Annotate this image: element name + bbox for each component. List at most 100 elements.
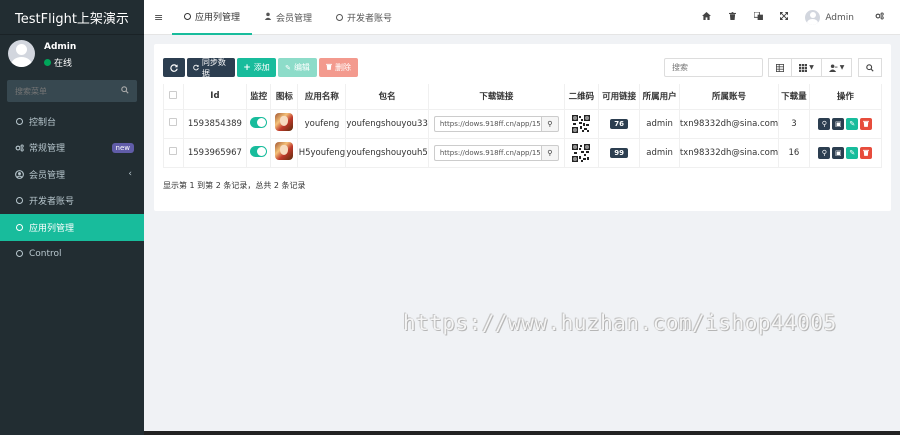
language-icon[interactable] [745, 11, 771, 23]
circle-icon [13, 250, 25, 258]
tab-label: 会员管理 [276, 14, 313, 24]
topbar-user-name[interactable]: Admin [825, 13, 854, 23]
col-download-link: 下载链接 [427, 84, 565, 110]
row-checkbox[interactable] [169, 118, 178, 126]
export-button[interactable]: ▼ [822, 58, 852, 77]
sync-data-button[interactable]: 同步数据 [187, 58, 235, 78]
cell-available: 99 [597, 137, 641, 168]
circle-icon [13, 223, 25, 231]
link-icon[interactable]: ⚲ [818, 146, 831, 159]
user-status: 在线 [44, 56, 72, 69]
sidebar-item-members[interactable]: 会员管理 ‹ [0, 161, 144, 188]
sidebar-item-label: Control [29, 248, 62, 259]
edit-icon[interactable]: ✎ [846, 146, 859, 159]
topbar-avatar[interactable] [805, 10, 821, 25]
sidebar-item-control[interactable]: Control [0, 241, 144, 268]
columns-button[interactable]: ▼ [792, 58, 822, 77]
delete-button[interactable]: 删除 [319, 58, 358, 77]
user-status-label: 在线 [54, 59, 73, 69]
tab-members[interactable]: 会员管理 [252, 0, 324, 35]
row-actions: ⚲ ▣ ✎ [818, 117, 873, 130]
col-icon: 图标 [270, 84, 299, 110]
cell-app-name: youfeng [297, 108, 347, 139]
avatar [8, 40, 35, 67]
gears-icon[interactable] [866, 12, 892, 23]
sidebar-item-label: 应用列管理 [29, 223, 75, 234]
cell-download-link: https://dows.918ff.cn/app/159 ⚲ [427, 137, 565, 168]
row-actions: ⚲ ▣ ✎ [818, 146, 873, 159]
advanced-search-button[interactable] [858, 58, 882, 77]
link-icon[interactable]: ⚲ [540, 115, 559, 132]
download-link-field[interactable]: https://dows.918ff.cn/app/159 [433, 115, 541, 132]
select-all-checkbox-cell[interactable] [163, 84, 184, 110]
link-icon[interactable]: ⚲ [540, 144, 559, 161]
trash-icon[interactable] [860, 146, 873, 159]
cell-actions: ⚲ ▣ ✎ [808, 108, 883, 139]
add-button[interactable]: + 添加 [237, 58, 276, 77]
export-user-icon [828, 63, 838, 72]
sidebar-item-app-list[interactable]: 应用列管理 [0, 214, 144, 241]
sidebar-item-label: 常规管理 [29, 144, 66, 155]
table-row[interactable]: 1593854389 youfeng youfengshouyou33 http… [163, 108, 883, 139]
cell-app-name: H5youfeng [297, 137, 347, 168]
table-tools: ▼ ▼ [664, 58, 882, 77]
row-checkbox-cell[interactable] [163, 108, 184, 139]
pagination-summary: 显示第 1 到第 2 条记录，总共 2 条记录 [163, 181, 306, 190]
search-icon[interactable] [121, 86, 129, 96]
col-actions: 操作 [808, 84, 883, 110]
col-app-name: 应用名称 [297, 84, 347, 110]
cell-id: 1593965967 [182, 137, 247, 168]
table-toolbar: 同步数据 + 添加 ✎ 编辑 删除 [163, 58, 358, 78]
refresh-icon [193, 64, 199, 71]
home-icon[interactable] [693, 12, 719, 23]
row-checkbox-cell[interactable] [163, 137, 184, 168]
sidebar-item-label: 开发者账号 [29, 197, 75, 208]
tab-developer-accounts[interactable]: 开发者账号 [324, 0, 404, 35]
tab-app-list[interactable]: 应用列管理 [172, 0, 253, 35]
toggle-view-button[interactable] [768, 58, 792, 77]
col-monitor: 监控 [245, 84, 272, 110]
table-row[interactable]: 1593965967 H5youfeng youfengshouyouh5 ht… [163, 137, 883, 168]
sidebar-search[interactable] [7, 80, 137, 102]
edit-icon[interactable]: ✎ [846, 117, 859, 130]
row-checkbox[interactable] [169, 147, 178, 155]
trash-icon[interactable] [719, 12, 745, 23]
refresh-button[interactable] [163, 58, 185, 77]
col-id[interactable]: Id [182, 84, 247, 110]
table-search[interactable] [664, 58, 763, 77]
user-circle-icon [13, 169, 25, 179]
edit-label: 编辑 [293, 63, 310, 72]
cell-downloads: 16 [778, 137, 810, 168]
refresh-icon [170, 63, 178, 72]
download-link-field[interactable]: https://dows.918ff.cn/app/159 [433, 144, 541, 161]
sidebar-item-dashboard[interactable]: 控制台 [0, 108, 144, 135]
cell-icon [270, 137, 299, 168]
link-icon[interactable]: ⚲ [818, 117, 831, 130]
monitor-toggle[interactable] [250, 116, 268, 128]
qrcode-icon[interactable] [572, 114, 591, 133]
sidebar-item-general[interactable]: 常规管理 new [0, 135, 144, 162]
table-search-input[interactable] [672, 63, 755, 72]
cell-owner: admin [639, 137, 680, 168]
app-icon [275, 142, 294, 160]
search-icon [866, 63, 874, 72]
menu-toggle-icon[interactable]: ≡ [154, 11, 163, 24]
fullscreen-icon[interactable] [771, 12, 797, 23]
sidebar-search-input[interactable] [15, 86, 115, 96]
cell-monitor[interactable] [245, 137, 272, 168]
sidebar-item-label: 控制台 [29, 117, 57, 128]
cell-id: 1593854389 [182, 108, 247, 139]
col-account: 所属账号 [678, 84, 780, 110]
monitor-toggle[interactable] [250, 145, 268, 157]
qrcode-icon[interactable] [572, 143, 591, 162]
brand-title[interactable]: TestFlight上架演示 [0, 0, 144, 35]
sidebar-menu: 控制台 常规管理 new 会员管理 ‹ 开发者账号 应用列管理 Control [0, 108, 144, 267]
save-icon[interactable]: ▣ [832, 117, 845, 130]
edit-button[interactable]: ✎ 编辑 [278, 58, 317, 77]
trash-icon[interactable] [860, 117, 873, 130]
save-icon[interactable]: ▣ [832, 146, 845, 159]
sidebar-item-developer-accounts[interactable]: 开发者账号 [0, 188, 144, 215]
cell-package: youfengshouyouh5 [345, 137, 429, 168]
select-all-checkbox[interactable] [169, 90, 178, 99]
cell-monitor[interactable] [245, 108, 272, 139]
